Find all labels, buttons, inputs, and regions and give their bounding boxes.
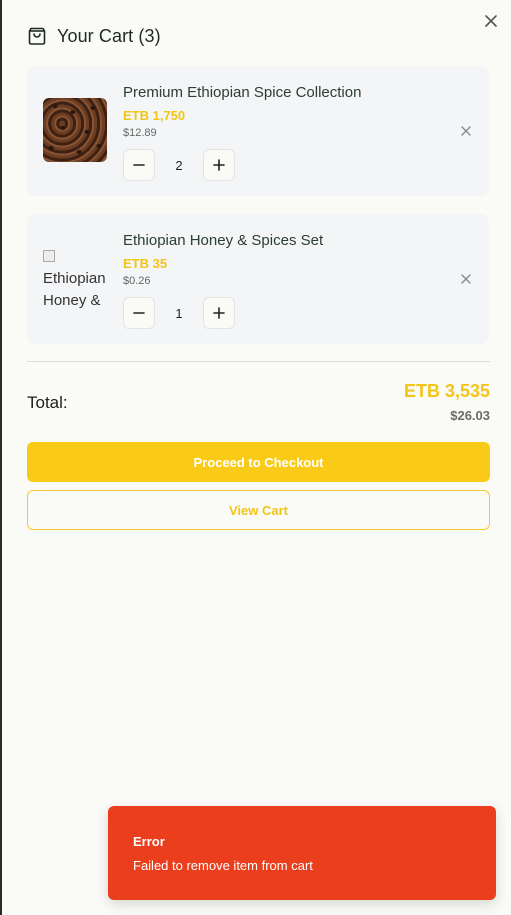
cart-drawer: Your Cart (3) Premium Ethiopian Spice Co… xyxy=(2,0,511,915)
toast-message: Failed to remove item from cart xyxy=(133,858,313,873)
close-icon xyxy=(461,274,471,284)
broken-image-icon xyxy=(43,250,55,262)
product-image-alt: Ethiopian Honey & Spices Set xyxy=(43,270,106,309)
cart-item: Premium Ethiopian Spice Collection ETB 1… xyxy=(27,66,489,196)
remove-item-button[interactable] xyxy=(457,122,475,140)
toast-title: Error xyxy=(133,834,165,849)
divider xyxy=(27,361,490,362)
close-icon xyxy=(461,126,471,136)
plus-icon xyxy=(213,159,225,171)
total-etb: ETB 3,535 xyxy=(403,381,490,401)
product-price-usd: $0.26 xyxy=(123,275,151,287)
plus-icon xyxy=(213,307,225,319)
increase-quantity-button[interactable] xyxy=(203,297,235,329)
cart-item: Ethiopian Honey & Spices Set Ethiopian H… xyxy=(27,214,489,344)
quantity-value: 1 xyxy=(175,305,183,321)
shopping-bag-icon xyxy=(28,27,46,45)
remove-item-button[interactable] xyxy=(457,270,475,288)
cart-title: Your Cart (3) xyxy=(57,25,161,46)
cart-header: Your Cart (3) xyxy=(27,24,161,48)
minus-icon xyxy=(133,312,145,314)
close-button[interactable] xyxy=(480,10,502,32)
proceed-to-checkout-button[interactable]: Proceed to Checkout xyxy=(27,442,490,482)
product-image xyxy=(43,98,107,162)
error-toast[interactable]: Error Failed to remove item from cart xyxy=(108,806,496,900)
product-image-broken: Ethiopian Honey & Spices Set xyxy=(43,246,107,310)
view-cart-button[interactable]: View Cart xyxy=(27,490,490,530)
close-icon xyxy=(485,15,497,27)
product-price-etb: ETB 35 xyxy=(123,256,168,271)
minus-icon xyxy=(133,164,145,166)
total-usd: $26.03 xyxy=(450,408,490,423)
product-name: Ethiopian Honey & Spices Set xyxy=(123,232,324,249)
decrease-quantity-button[interactable] xyxy=(123,149,155,181)
product-name: Premium Ethiopian Spice Collection xyxy=(123,84,362,101)
decrease-quantity-button[interactable] xyxy=(123,297,155,329)
total-label: Total: xyxy=(27,393,68,412)
quantity-value: 2 xyxy=(175,157,183,173)
increase-quantity-button[interactable] xyxy=(203,149,235,181)
product-price-etb: ETB 1,750 xyxy=(123,108,186,123)
product-price-usd: $12.89 xyxy=(123,127,157,139)
